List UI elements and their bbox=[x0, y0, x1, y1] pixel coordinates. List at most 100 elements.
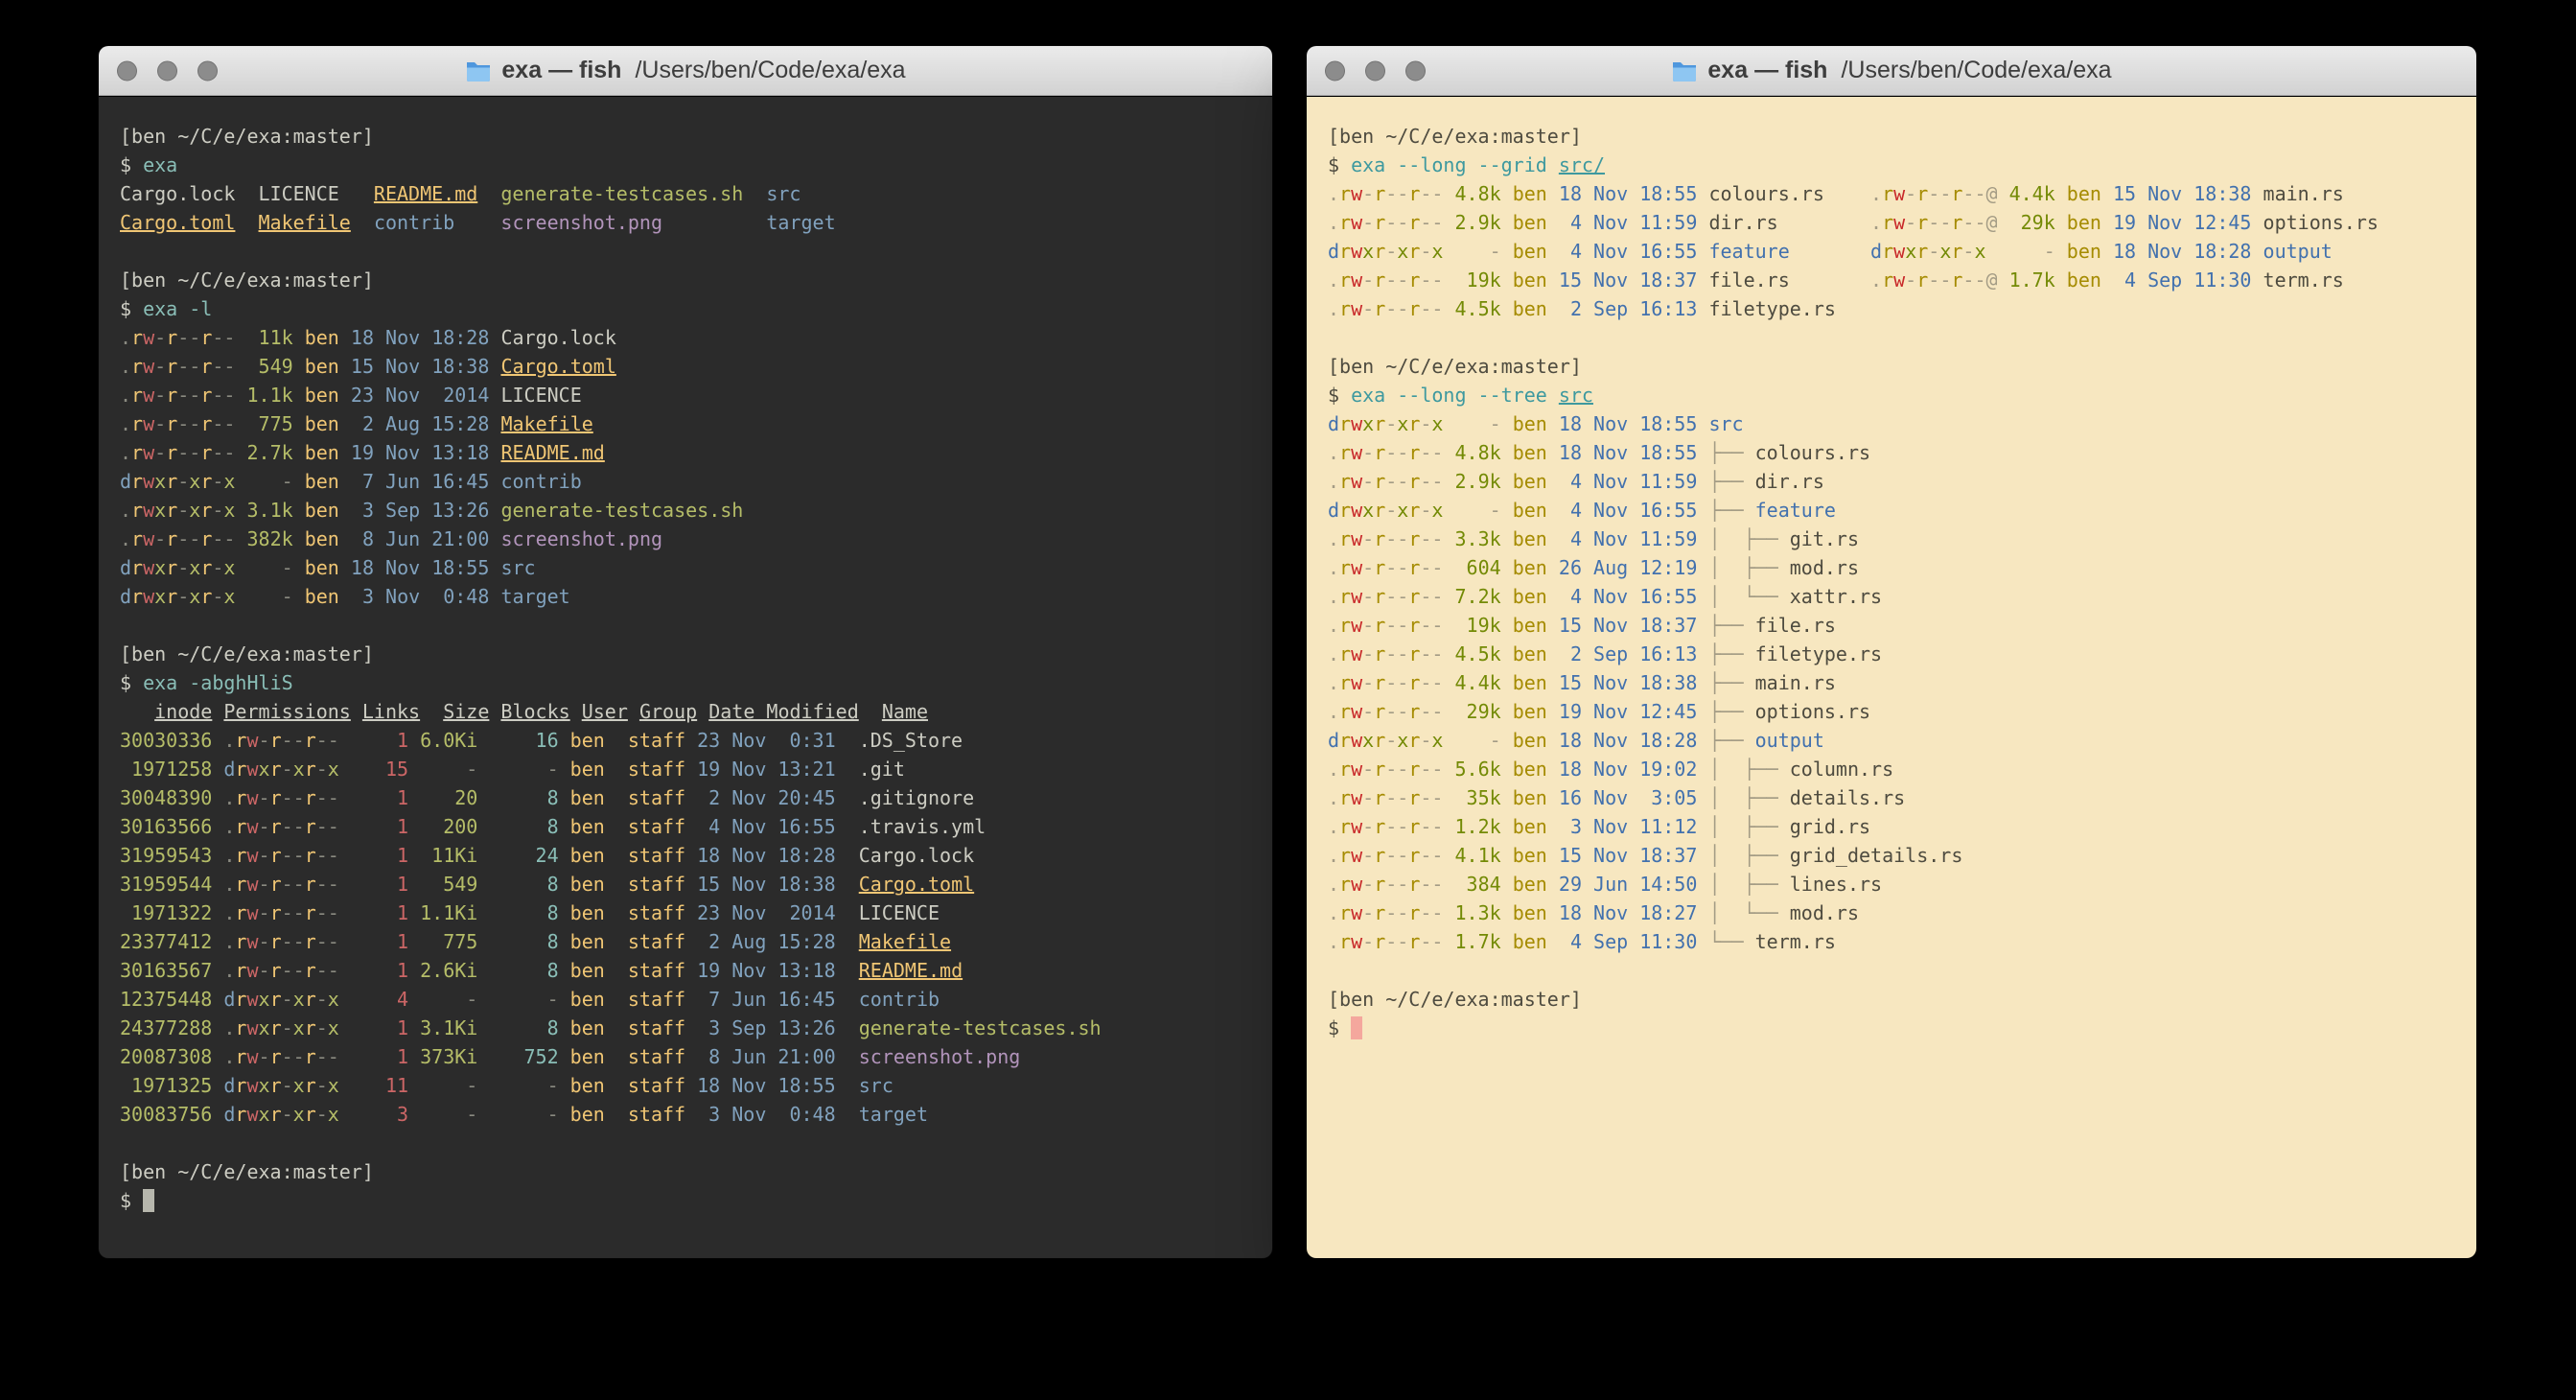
terminal-output[interactable]: [ben ~/C/e/exa:master]$ exaCargo.lock LI… bbox=[99, 97, 1272, 1258]
permission-char: - bbox=[1420, 844, 1431, 867]
minimize-button[interactable] bbox=[157, 60, 177, 81]
permission-char: - bbox=[259, 1045, 270, 1068]
permission-char: r bbox=[200, 527, 212, 550]
text-segment bbox=[212, 844, 223, 867]
desktop: { "desktop": { "background": "#000000" }… bbox=[0, 0, 2576, 1400]
text-segment: 3.1k bbox=[235, 499, 292, 522]
text-segment: 382k bbox=[235, 527, 292, 550]
text-segment: 19k bbox=[1443, 268, 1500, 292]
text-segment: ben staff bbox=[559, 758, 685, 781]
text-segment: │ ├── bbox=[1708, 527, 1789, 550]
permission-char: - bbox=[1939, 211, 1951, 234]
permission-char: r bbox=[1339, 873, 1351, 896]
text-segment: 3.3k bbox=[1443, 527, 1500, 550]
text-segment: ben bbox=[293, 470, 339, 493]
permission-char: - bbox=[1385, 786, 1397, 809]
permission-char: r bbox=[1374, 470, 1385, 493]
permission-char: d bbox=[1328, 412, 1339, 435]
close-button[interactable] bbox=[1325, 60, 1345, 81]
permission-char: w bbox=[246, 758, 258, 781]
text-segment bbox=[836, 988, 859, 1011]
text-segment: ben bbox=[1501, 211, 1547, 234]
text-segment: 18 Nov 18:55 bbox=[339, 556, 490, 579]
text-segment: $ bbox=[120, 1189, 143, 1212]
permission-char: - bbox=[282, 930, 293, 953]
permission-char: w bbox=[1351, 527, 1362, 550]
text-segment: Cargo.lock LICENCE bbox=[120, 182, 374, 205]
permission-char: x bbox=[1362, 499, 1374, 522]
permission-char: r bbox=[166, 326, 177, 349]
permission-char: . bbox=[120, 384, 131, 407]
terminal-line: .rw-r--r-- 19k ben 15 Nov 18:37 ├── file… bbox=[1328, 611, 2476, 640]
text-segment: ben bbox=[1501, 873, 1547, 896]
permission-char: r bbox=[131, 470, 143, 493]
permission-char: - bbox=[282, 1103, 293, 1126]
permission-char: r bbox=[1374, 527, 1385, 550]
permission-char: w bbox=[143, 527, 154, 550]
text-segment: - bbox=[477, 1074, 558, 1097]
permission-char: r bbox=[1408, 815, 1420, 838]
text-segment: ben staff bbox=[559, 729, 685, 752]
zoom-button[interactable] bbox=[197, 60, 218, 81]
text-segment: 18 Nov 18:27 bbox=[1547, 901, 1698, 924]
permission-char: r bbox=[270, 930, 282, 953]
permission-char: - bbox=[1431, 901, 1443, 924]
text-segment bbox=[1697, 499, 1708, 522]
permission-char: d bbox=[120, 585, 131, 608]
zoom-button[interactable] bbox=[1405, 60, 1426, 81]
permission-char: x bbox=[1431, 499, 1443, 522]
permission-char: . bbox=[1328, 527, 1339, 550]
permission-char: r bbox=[305, 873, 316, 896]
permission-char: r bbox=[305, 815, 316, 838]
text-segment: 3.1Ki bbox=[408, 1016, 477, 1039]
permission-char: - bbox=[177, 585, 189, 608]
text-segment bbox=[212, 1016, 223, 1039]
text-segment: 1971258 bbox=[120, 758, 212, 781]
titlebar[interactable]: exa — fish /Users/ben/Code/exa/exa bbox=[99, 46, 1272, 96]
titlebar[interactable]: exa — fish /Users/ben/Code/exa/exa bbox=[1307, 46, 2476, 96]
text-segment: 752 bbox=[477, 1045, 558, 1068]
text-segment: term.rs bbox=[2251, 268, 2343, 292]
permission-char: r bbox=[1951, 268, 1962, 292]
terminal-line: drwxr-xr-x - ben 3 Nov 0:48 target bbox=[120, 582, 1272, 611]
text-segment: │ └── bbox=[1708, 585, 1789, 608]
permission-char: r bbox=[270, 1016, 282, 1039]
text-segment: lines.rs bbox=[1790, 873, 1882, 896]
permission-char: - bbox=[1420, 786, 1431, 809]
permission-char: - bbox=[1397, 297, 1408, 320]
permission-char: r bbox=[305, 930, 316, 953]
permission-char: r bbox=[131, 326, 143, 349]
permission-char: r bbox=[1339, 844, 1351, 867]
permission-char: - bbox=[1420, 758, 1431, 781]
text-segment: src bbox=[766, 182, 801, 205]
permission-char: - bbox=[212, 585, 223, 608]
permission-char: x bbox=[293, 1016, 305, 1039]
text-segment bbox=[489, 355, 500, 378]
terminal-line: 30163567 .rw-r--r-- 1 2.6Ki 8 ben staff … bbox=[120, 956, 1272, 985]
terminal-line: .rw-r--r-- 3.3k ben 4 Nov 11:59 │ ├── gi… bbox=[1328, 525, 2476, 553]
permission-char: - bbox=[223, 326, 235, 349]
text-segment bbox=[1697, 240, 1708, 263]
terminal-line: .rw-r--r-- 2.9k ben 4 Nov 11:59 ├── dir.… bbox=[1328, 467, 2476, 496]
minimize-button[interactable] bbox=[1365, 60, 1385, 81]
terminal-line: 31959543 .rw-r--r-- 1 11Ki 24 ben staff … bbox=[120, 841, 1272, 870]
permission-char: - bbox=[259, 786, 270, 809]
terminal-output[interactable]: [ben ~/C/e/exa:master]$ exa --long --gri… bbox=[1307, 97, 2476, 1258]
text-segment: ├── bbox=[1708, 614, 1754, 637]
permission-char: r bbox=[1408, 182, 1420, 205]
permission-char: r bbox=[270, 873, 282, 896]
text-segment: 775 bbox=[408, 930, 477, 953]
text-segment bbox=[212, 786, 223, 809]
permission-char: w bbox=[1351, 268, 1362, 292]
permission-char: r bbox=[305, 758, 316, 781]
text-segment: - bbox=[1443, 729, 1500, 752]
text-segment bbox=[489, 499, 500, 522]
terminal-line: [ben ~/C/e/exa:master] bbox=[1328, 985, 2476, 1014]
close-button[interactable] bbox=[117, 60, 137, 81]
permission-char: r bbox=[1374, 873, 1385, 896]
terminal-line: .rw-r--r-- 384 ben 29 Jun 14:50 │ ├── li… bbox=[1328, 870, 2476, 898]
permission-char: - bbox=[177, 326, 189, 349]
permission-char: - bbox=[223, 412, 235, 435]
text-segment: target bbox=[766, 211, 835, 234]
terminal-cursor bbox=[143, 1189, 154, 1212]
